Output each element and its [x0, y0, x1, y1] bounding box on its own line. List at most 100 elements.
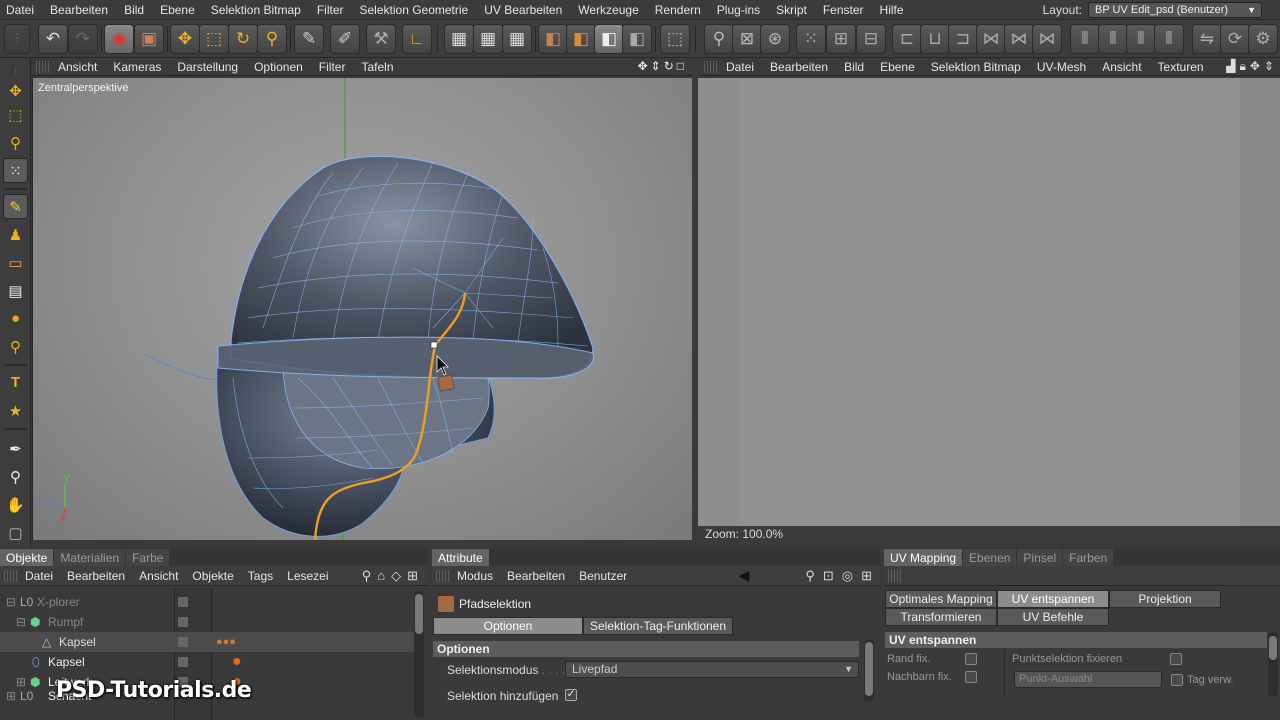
object-mode-button[interactable]: ▣	[134, 24, 164, 54]
uv-flip-button[interactable]: ⇋	[1192, 24, 1222, 54]
uv-points-mode-button[interactable]: ◧	[622, 24, 652, 54]
maximize-view-icon[interactable]: □	[677, 59, 684, 73]
uv-commands-button[interactable]: UV Befehle	[997, 608, 1109, 626]
magic-wand-tool[interactable]: ⚲	[3, 130, 28, 155]
objects-scrollbar[interactable]	[414, 590, 424, 718]
menu-fenster[interactable]: Fenster	[815, 3, 872, 17]
texture-view-button[interactable]: ⬚	[660, 24, 690, 54]
add-view-icon[interactable]: ⊞	[861, 568, 872, 584]
menu-bearbeiten[interactable]: Bearbeiten	[42, 3, 116, 17]
uv-align-4-button[interactable]: ⋈	[976, 24, 1006, 54]
shape-tool[interactable]: ★	[3, 398, 28, 423]
visibility-dot[interactable]	[178, 637, 188, 647]
viewport-menu-tafeln[interactable]: Tafeln	[353, 60, 401, 74]
move-button[interactable]: ✥	[170, 24, 200, 54]
lock-icon[interactable]: ⊡	[823, 568, 834, 584]
selection-mode-dropdown[interactable]: Livepfad ▼	[565, 661, 859, 678]
uv-menu-datei[interactable]: Datei	[718, 60, 762, 74]
menu-plug-ins[interactable]: Plug-ins	[709, 3, 768, 17]
uv-menu-ebene[interactable]: Ebene	[872, 60, 923, 74]
uv-distribute-3-button[interactable]: ⫴	[1126, 24, 1156, 54]
visibility-dot[interactable]	[178, 657, 188, 667]
text-tool[interactable]: T	[3, 370, 28, 395]
redo-button[interactable]: ↷	[68, 24, 98, 54]
expand-icon[interactable]: ⊞	[16, 675, 26, 689]
tab-farben[interactable]: Farben	[1063, 549, 1114, 566]
uv-settings-button[interactable]: ⚙	[1248, 24, 1278, 54]
texture-tag-icon[interactable]: ●●●	[216, 636, 236, 648]
undo-button[interactable]: ↶	[38, 24, 68, 54]
rand-fix-checkbox[interactable]	[965, 653, 977, 665]
uv-menu-uv-mesh[interactable]: UV-Mesh	[1029, 60, 1094, 74]
render-view-button[interactable]: ▦	[444, 24, 474, 54]
objects-menu-ansicht[interactable]: Ansicht	[132, 569, 185, 583]
scroll-thumb[interactable]	[865, 642, 873, 696]
tree-row[interactable]: ⊟ ⬢ Rumpf	[0, 612, 414, 632]
move-tool[interactable]: ✥	[3, 78, 28, 103]
visibility-dot[interactable]	[178, 617, 188, 627]
paint-brush-button[interactable]: ✎	[294, 24, 324, 54]
live-selection-button[interactable]: ◉	[104, 24, 134, 54]
zoom-view-icon[interactable]: ⇕	[651, 59, 661, 73]
uv-panel-scrollbar[interactable]	[1268, 632, 1278, 696]
menu-werkzeuge[interactable]: Werkzeuge	[570, 3, 646, 17]
eyedropper-tool[interactable]: ✒	[3, 436, 28, 461]
arrows-icon[interactable]: ◇	[391, 568, 401, 584]
scale-button[interactable]: ⬚	[199, 24, 229, 54]
search-icon[interactable]: ⚲	[362, 568, 372, 584]
tree-row-selected[interactable]: △ Kapsel ●●●	[0, 632, 414, 652]
attributes-scrollbar[interactable]	[864, 640, 874, 702]
menu-filter[interactable]: Filter	[309, 3, 352, 17]
uv-align-6-button[interactable]: ⋈	[1032, 24, 1062, 54]
visibility-dot[interactable]	[178, 597, 188, 607]
scroll-thumb[interactable]	[415, 594, 423, 634]
brush-tool[interactable]: ✎	[3, 194, 28, 219]
pan-tool[interactable]: ✋	[3, 492, 28, 517]
uv-align-2-button[interactable]: ⊔	[920, 24, 950, 54]
section-optionen-header[interactable]: Optionen	[433, 641, 859, 657]
nachbarn-fix-checkbox[interactable]	[965, 671, 977, 683]
uv-tool-1-button[interactable]: ⚲	[704, 24, 734, 54]
home-icon[interactable]: ⌂	[377, 568, 385, 584]
projection-button[interactable]: Projektion	[1109, 590, 1221, 608]
expand-icon[interactable]: ⊟	[16, 615, 26, 629]
uv-menu-ansicht[interactable]: Ansicht	[1094, 60, 1149, 74]
uv-texture-view[interactable]	[698, 78, 1280, 526]
tree-row[interactable]: ⬯ Kapsel ●	[0, 652, 414, 672]
optimal-mapping-button[interactable]: Optimales Mapping	[885, 590, 997, 608]
tab-attribute[interactable]: Attribute	[432, 549, 489, 566]
tab-ebenen[interactable]: Ebenen	[963, 549, 1017, 566]
tab-farbe[interactable]: Farbe	[126, 549, 170, 566]
uv-menu-bearbeiten[interactable]: Bearbeiten	[762, 60, 836, 74]
viewport-menu-ansicht[interactable]: Ansicht	[50, 60, 105, 74]
3d-viewport[interactable]: Zentralperspektive Y Z X	[32, 78, 692, 540]
objects-menu-lesezeichen[interactable]: Lesezei	[280, 569, 335, 583]
menu-selektion-geometrie[interactable]: Selektion Geometrie	[352, 3, 477, 17]
rotate-view-icon[interactable]: ↻	[664, 59, 674, 73]
edges-mode-button[interactable]: ◧	[566, 24, 596, 54]
objects-menu-datei[interactable]: Datei	[18, 569, 60, 583]
move-view-icon[interactable]: ✥	[1250, 59, 1260, 74]
menu-rendern[interactable]: Rendern	[647, 3, 709, 17]
subtab-optionen[interactable]: Optionen	[433, 617, 583, 635]
rect-select-tool[interactable]: ⬚	[3, 102, 28, 127]
menu-skript[interactable]: Skript	[768, 3, 815, 17]
viewport-menu-kameras[interactable]: Kameras	[105, 60, 169, 74]
viewport-menu-filter[interactable]: Filter	[311, 60, 354, 74]
stamp-tool[interactable]: ♟	[3, 222, 28, 247]
zoom-view-icon[interactable]: ⇕	[1264, 59, 1274, 74]
tab-materialien[interactable]: Materialien	[54, 549, 126, 566]
expand-icon[interactable]: ⊞	[6, 690, 16, 702]
search-icon[interactable]: ⚲	[805, 568, 815, 584]
material-tag-icon[interactable]: ●	[232, 653, 242, 671]
menu-bild[interactable]: Bild	[116, 3, 152, 17]
move-view-icon[interactable]: ✥	[638, 59, 648, 73]
back-arrow-icon[interactable]: ◀	[739, 567, 750, 584]
attr-menu-modus[interactable]: Modus	[450, 569, 500, 583]
tag-verw-checkbox[interactable]	[1171, 674, 1183, 686]
uv-distribute-2-button[interactable]: ⫴	[1098, 24, 1128, 54]
uv-align-5-button[interactable]: ⋈	[1004, 24, 1034, 54]
uv-tool-4-button[interactable]: ⁙	[796, 24, 826, 54]
menu-selektion-bitmap[interactable]: Selektion Bitmap	[203, 3, 309, 17]
objects-menu-objekte[interactable]: Objekte	[185, 569, 240, 583]
